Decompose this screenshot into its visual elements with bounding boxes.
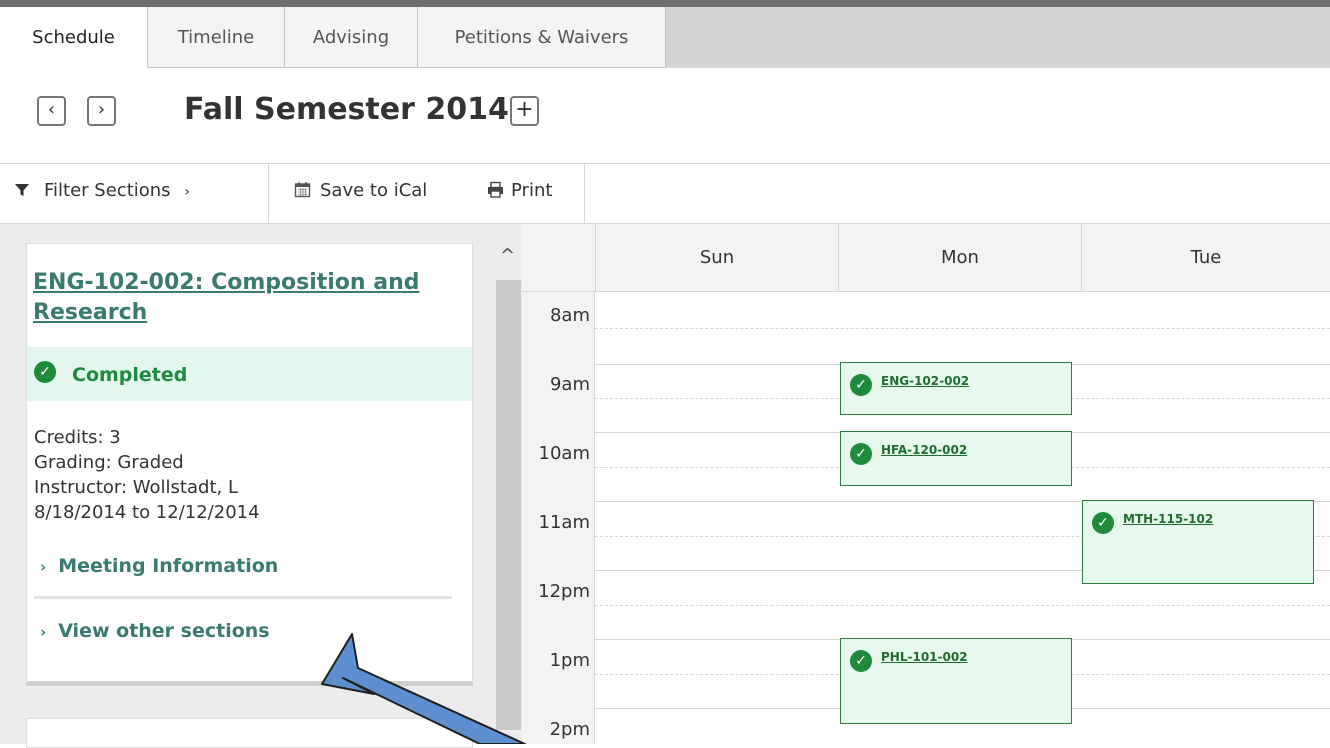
add-term-button[interactable]: +: [510, 96, 539, 126]
tab-petitions-waivers[interactable]: Petitions & Waivers: [418, 7, 666, 68]
time-label: 12pm: [538, 581, 590, 602]
calendar-event[interactable]: ✓ HFA-120-002: [840, 431, 1072, 486]
print-button[interactable]: Print: [487, 180, 552, 201]
filter-icon: [15, 184, 29, 196]
term-title: Fall Semester 2014: [184, 92, 509, 127]
tab-label: Schedule: [32, 27, 115, 48]
course-title-link[interactable]: ENG-102-002: Composition and Research: [33, 268, 453, 328]
divider: [34, 596, 452, 599]
calendar-event[interactable]: ✓ ENG-102-002: [840, 362, 1072, 415]
chevron-right-icon: ›: [97, 99, 106, 120]
dates-text: 8/18/2014 to 12/12/2014: [34, 502, 260, 523]
half-hour-line: [595, 605, 1330, 606]
tab-timeline[interactable]: Timeline: [148, 7, 285, 68]
calendar-event[interactable]: ✓ MTH-115-102: [1082, 500, 1314, 584]
tab-advising[interactable]: Advising: [285, 7, 418, 68]
scrollbar-thumb[interactable]: [496, 280, 521, 730]
meeting-information-toggle[interactable]: › Meeting Information: [40, 555, 278, 577]
event-course-link[interactable]: HFA-120-002: [881, 443, 967, 457]
next-term-button[interactable]: ›: [87, 96, 116, 126]
tab-label: Petitions & Waivers: [454, 27, 629, 48]
event-course-link[interactable]: PHL-101-002: [881, 650, 968, 664]
save-ical-button[interactable]: Save to iCal: [294, 180, 427, 201]
toolbar-divider: [0, 163, 1330, 164]
printer-icon: [488, 181, 503, 198]
check-circle-icon: ✓: [1092, 512, 1114, 534]
instructor-text: Instructor: Wollstadt, L: [34, 477, 238, 498]
plus-icon: +: [515, 97, 534, 122]
time-label: 2pm: [549, 719, 590, 740]
time-label: 1pm: [549, 650, 590, 671]
filter-sections-button[interactable]: Filter Sections ›: [14, 180, 190, 201]
event-course-link[interactable]: ENG-102-002: [881, 374, 969, 388]
time-label: 9am: [549, 374, 590, 395]
check-circle-icon: ✓: [850, 650, 872, 672]
corner-cell: [522, 224, 595, 292]
half-hour-line: [595, 328, 1330, 329]
chevron-right-icon: ›: [40, 623, 47, 641]
chevron-right-icon: ›: [40, 558, 47, 576]
time-label: 11am: [538, 512, 590, 533]
tab-label: Advising: [312, 27, 390, 48]
top-border: [0, 0, 1330, 7]
chevron-left-icon: ‹: [47, 99, 56, 120]
check-circle-icon: ✓: [850, 374, 872, 396]
status-label: Completed: [72, 364, 188, 386]
credits-text: Credits: 3: [34, 427, 121, 448]
view-other-sections-toggle[interactable]: › View other sections: [40, 620, 270, 642]
grading-text: Grading: Graded: [34, 452, 184, 473]
save-ical-label: Save to iCal: [320, 180, 428, 201]
time-label: 10am: [538, 443, 590, 464]
day-header-mon: Mon: [838, 224, 1081, 292]
calendar-icon: [294, 182, 311, 198]
scroll-up-arrow-icon[interactable]: ^: [500, 245, 515, 266]
toolbar-separator: [268, 163, 269, 223]
tab-label: Timeline: [177, 27, 255, 48]
prev-term-button[interactable]: ‹: [37, 96, 66, 126]
print-label: Print: [511, 180, 553, 201]
check-circle-icon: ✓: [850, 443, 872, 465]
chevron-right-icon: ›: [184, 184, 190, 200]
tab-bar: Schedule Timeline Advising Petitions & W…: [0, 7, 1330, 68]
event-course-link[interactable]: MTH-115-102: [1123, 512, 1213, 526]
day-header-tue: Tue: [1081, 224, 1330, 292]
toolbar-separator: [584, 163, 585, 223]
filter-sections-label: Filter Sections: [44, 180, 171, 201]
meeting-information-label: Meeting Information: [58, 555, 279, 577]
check-circle-icon: ✓: [34, 361, 56, 383]
view-other-sections-label: View other sections: [58, 620, 270, 642]
day-header-sun: Sun: [595, 224, 838, 292]
calendar-event[interactable]: ✓ PHL-101-002: [840, 638, 1072, 724]
time-label: 8am: [549, 305, 590, 326]
tab-schedule[interactable]: Schedule: [0, 7, 148, 68]
